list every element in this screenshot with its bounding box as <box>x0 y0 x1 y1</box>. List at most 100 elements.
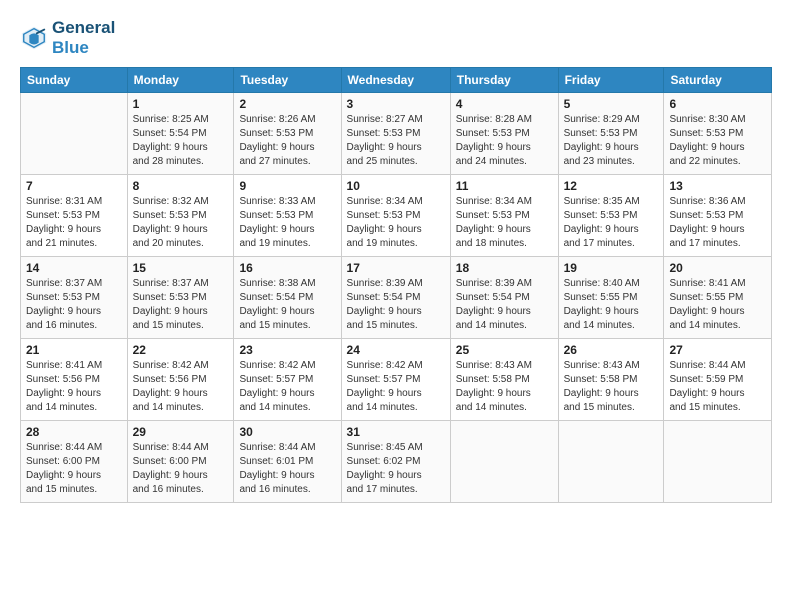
calendar-cell: 30 Sunrise: 8:44 AMSunset: 6:01 PMDayligh… <box>234 421 341 503</box>
week-row-1: 1Sunrise: 8:25 AMSunset: 5:54 PMDaylight… <box>21 93 772 175</box>
day-info: Sunrise: 8:38 AMSunset: 5:54 PMDaylight:… <box>239 277 335 333</box>
day-info: Sunrise: 8:26 AMSunset: 5:53 PMDaylight:… <box>239 113 335 169</box>
calendar-cell: 21 Sunrise: 8:41 AMSunset: 5:56 PMDayligh… <box>21 339 128 421</box>
calendar-cell <box>450 421 558 503</box>
day-number: 7 <box>26 179 122 193</box>
calendar-cell: 28 Sunrise: 8:44 AMSunset: 6:00 PMDayligh… <box>21 421 128 503</box>
day-number: 5 <box>564 97 659 111</box>
day-number: 2 <box>239 97 335 111</box>
day-number: 30 <box>239 425 335 439</box>
day-info: Sunrise: 8:32 AMSunset: 5:53 PMDaylight:… <box>133 195 229 251</box>
calendar-cell: 18 Sunrise: 8:39 AMSunset: 5:54 PMDayligh… <box>450 257 558 339</box>
day-info: Sunrise: 8:39 AMSunset: 5:54 PMDaylight:… <box>347 277 445 333</box>
col-header-saturday: Saturday <box>664 68 772 93</box>
day-info: Sunrise: 8:40 AMSunset: 5:55 PMDaylight:… <box>564 277 659 333</box>
calendar-cell: 22 Sunrise: 8:42 AMSunset: 5:56 PMDayligh… <box>127 339 234 421</box>
col-header-thursday: Thursday <box>450 68 558 93</box>
day-number: 13 <box>669 179 766 193</box>
day-number: 26 <box>564 343 659 357</box>
day-number: 20 <box>669 261 766 275</box>
col-header-sunday: Sunday <box>21 68 128 93</box>
day-number: 31 <box>347 425 445 439</box>
day-info: Sunrise: 8:36 AMSunset: 5:53 PMDaylight:… <box>669 195 766 251</box>
day-number: 9 <box>239 179 335 193</box>
calendar-cell: 7 Sunrise: 8:31 AMSunset: 5:53 PMDaylight… <box>21 175 128 257</box>
day-info: Sunrise: 8:42 AMSunset: 5:57 PMDaylight:… <box>239 359 335 415</box>
calendar-cell: 6 Sunrise: 8:30 AMSunset: 5:53 PMDaylight… <box>664 93 772 175</box>
calendar-cell: 26 Sunrise: 8:43 AMSunset: 5:58 PMDayligh… <box>558 339 664 421</box>
day-info: Sunrise: 8:44 AMSunset: 6:01 PMDaylight:… <box>239 441 335 497</box>
col-header-wednesday: Wednesday <box>341 68 450 93</box>
day-info: Sunrise: 8:39 AMSunset: 5:54 PMDaylight:… <box>456 277 553 333</box>
day-info: Sunrise: 8:29 AMSunset: 5:53 PMDaylight:… <box>564 113 659 169</box>
day-info: Sunrise: 8:28 AMSunset: 5:53 PMDaylight:… <box>456 113 553 169</box>
day-info: Sunrise: 8:35 AMSunset: 5:53 PMDaylight:… <box>564 195 659 251</box>
calendar-cell: 1Sunrise: 8:25 AMSunset: 5:54 PMDaylight… <box>127 93 234 175</box>
logo: General Blue <box>20 18 115 57</box>
calendar-cell: 29 Sunrise: 8:44 AMSunset: 6:00 PMDayligh… <box>127 421 234 503</box>
day-number: 3 <box>347 97 445 111</box>
day-info: Sunrise: 8:41 AMSunset: 5:55 PMDaylight:… <box>669 277 766 333</box>
calendar-cell: 17 Sunrise: 8:39 AMSunset: 5:54 PMDayligh… <box>341 257 450 339</box>
day-info: Sunrise: 8:41 AMSunset: 5:56 PMDaylight:… <box>26 359 122 415</box>
day-number: 28 <box>26 425 122 439</box>
day-number: 22 <box>133 343 229 357</box>
day-info: Sunrise: 8:30 AMSunset: 5:53 PMDaylight:… <box>669 113 766 169</box>
col-header-monday: Monday <box>127 68 234 93</box>
day-number: 27 <box>669 343 766 357</box>
logo-text: General Blue <box>52 18 115 57</box>
day-number: 25 <box>456 343 553 357</box>
day-number: 11 <box>456 179 553 193</box>
day-info: Sunrise: 8:34 AMSunset: 5:53 PMDaylight:… <box>456 195 553 251</box>
day-info: Sunrise: 8:25 AMSunset: 5:54 PMDaylight:… <box>133 113 229 169</box>
calendar-cell: 10Sunrise: 8:34 AMSunset: 5:53 PMDayligh… <box>341 175 450 257</box>
day-info: Sunrise: 8:43 AMSunset: 5:58 PMDaylight:… <box>456 359 553 415</box>
day-number: 10 <box>347 179 445 193</box>
day-number: 8 <box>133 179 229 193</box>
week-row-3: 14Sunrise: 8:37 AMSunset: 5:53 PMDayligh… <box>21 257 772 339</box>
logo-icon <box>20 24 48 52</box>
page: General Blue SundayMondayTuesdayWednesda… <box>0 0 792 612</box>
day-number: 4 <box>456 97 553 111</box>
week-row-2: 7 Sunrise: 8:31 AMSunset: 5:53 PMDaylight… <box>21 175 772 257</box>
day-info: Sunrise: 8:44 AMSunset: 6:00 PMDaylight:… <box>133 441 229 497</box>
calendar-cell: 9Sunrise: 8:33 AMSunset: 5:53 PMDaylight… <box>234 175 341 257</box>
week-row-4: 21 Sunrise: 8:41 AMSunset: 5:56 PMDayligh… <box>21 339 772 421</box>
calendar-cell: 31 Sunrise: 8:45 AMSunset: 6:02 PMDayligh… <box>341 421 450 503</box>
day-number: 21 <box>26 343 122 357</box>
day-number: 24 <box>347 343 445 357</box>
calendar-cell: 27 Sunrise: 8:44 AMSunset: 5:59 PMDayligh… <box>664 339 772 421</box>
day-number: 6 <box>669 97 766 111</box>
day-info: Sunrise: 8:31 AMSunset: 5:53 PMDaylight:… <box>26 195 122 251</box>
calendar-cell: 19 Sunrise: 8:40 AMSunset: 5:55 PMDayligh… <box>558 257 664 339</box>
calendar-cell: 16 Sunrise: 8:38 AMSunset: 5:54 PMDayligh… <box>234 257 341 339</box>
day-info: Sunrise: 8:42 AMSunset: 5:56 PMDaylight:… <box>133 359 229 415</box>
day-info: Sunrise: 8:44 AMSunset: 5:59 PMDaylight:… <box>669 359 766 415</box>
calendar-cell: 2 Sunrise: 8:26 AMSunset: 5:53 PMDaylight… <box>234 93 341 175</box>
col-header-friday: Friday <box>558 68 664 93</box>
calendar-cell <box>558 421 664 503</box>
calendar-cell <box>21 93 128 175</box>
day-info: Sunrise: 8:43 AMSunset: 5:58 PMDaylight:… <box>564 359 659 415</box>
calendar-cell: 24 Sunrise: 8:42 AMSunset: 5:57 PMDayligh… <box>341 339 450 421</box>
day-info: Sunrise: 8:27 AMSunset: 5:53 PMDaylight:… <box>347 113 445 169</box>
day-number: 19 <box>564 261 659 275</box>
calendar-cell: 3 Sunrise: 8:27 AMSunset: 5:53 PMDaylight… <box>341 93 450 175</box>
calendar-cell: 12 Sunrise: 8:35 AMSunset: 5:53 PMDayligh… <box>558 175 664 257</box>
calendar-cell: 14Sunrise: 8:37 AMSunset: 5:53 PMDayligh… <box>21 257 128 339</box>
day-number: 18 <box>456 261 553 275</box>
calendar-cell: 4 Sunrise: 8:28 AMSunset: 5:53 PMDaylight… <box>450 93 558 175</box>
day-info: Sunrise: 8:45 AMSunset: 6:02 PMDaylight:… <box>347 441 445 497</box>
day-info: Sunrise: 8:42 AMSunset: 5:57 PMDaylight:… <box>347 359 445 415</box>
day-number: 29 <box>133 425 229 439</box>
day-info: Sunrise: 8:44 AMSunset: 6:00 PMDaylight:… <box>26 441 122 497</box>
day-number: 12 <box>564 179 659 193</box>
calendar-cell: 23 Sunrise: 8:42 AMSunset: 5:57 PMDayligh… <box>234 339 341 421</box>
col-header-tuesday: Tuesday <box>234 68 341 93</box>
day-info: Sunrise: 8:37 AMSunset: 5:53 PMDaylight:… <box>26 277 122 333</box>
day-number: 23 <box>239 343 335 357</box>
day-number: 17 <box>347 261 445 275</box>
calendar-cell: 5 Sunrise: 8:29 AMSunset: 5:53 PMDaylight… <box>558 93 664 175</box>
day-number: 16 <box>239 261 335 275</box>
calendar-header-row: SundayMondayTuesdayWednesdayThursdayFrid… <box>21 68 772 93</box>
